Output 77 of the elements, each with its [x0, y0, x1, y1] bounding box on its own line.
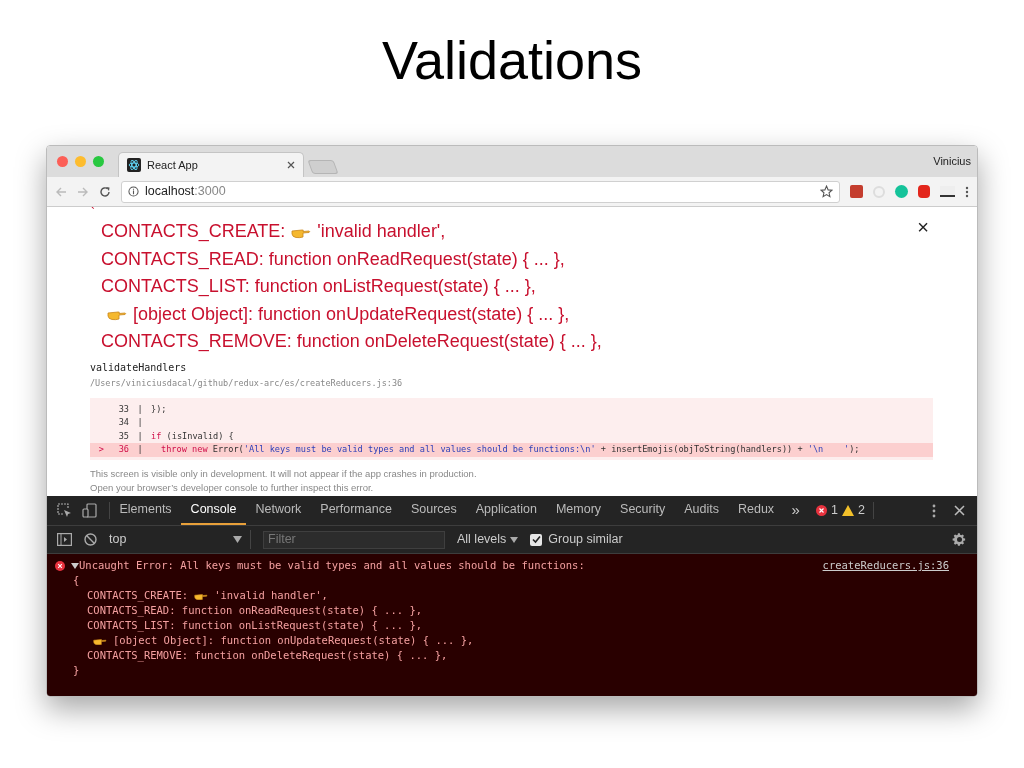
- line-marker: >: [98, 443, 104, 457]
- extension-icon[interactable]: [940, 186, 955, 197]
- settings-icon[interactable]: [952, 532, 967, 547]
- code-text: });: [151, 402, 167, 416]
- dropdown-arrow-icon: [510, 536, 519, 543]
- line-number: 34: [118, 416, 129, 430]
- sidebar-toggle-icon[interactable]: [57, 533, 72, 546]
- devtools-tab[interactable]: Audits: [674, 496, 729, 525]
- more-options-icon[interactable]: [932, 503, 936, 518]
- code-text: CONTACTS_CREATE:: [101, 220, 286, 244]
- code-text: }: [73, 663, 80, 678]
- code-text: 'invalid handler',: [214, 588, 328, 603]
- warning-icon[interactable]: [841, 505, 854, 516]
- function-name: validateHandlers: [90, 361, 188, 375]
- url-text: localhost:3000: [145, 183, 227, 201]
- clear-console-icon[interactable]: [84, 533, 97, 546]
- context-select[interactable]: top: [109, 530, 251, 549]
- error-message: Uncaught Error: All keys must be valid types and all values should be functions:: [79, 558, 586, 573]
- warning-count: 2: [857, 502, 865, 520]
- filter-field[interactable]: Filter: [263, 530, 445, 549]
- checkbox[interactable]: [530, 533, 543, 546]
- code-text: throw new Error('All keys must be valid types and all values should be functions:\n' + insertEmojis(objToString(handlers)) + '\n ');: [161, 443, 860, 457]
- devtools-tab[interactable]: Redux: [728, 496, 784, 525]
- line-number: 36: [118, 443, 129, 457]
- code-text: CONTACTS_READ: function onReadRequest(state) { ... },: [87, 603, 423, 618]
- code-text: [object Object]: function onUpdateRequest(state) { ... },: [133, 302, 570, 326]
- checkbox-label: Group similar: [548, 531, 623, 549]
- source-link[interactable]: createReducers.js:36: [822, 558, 949, 573]
- note-text: Open your browser’s developer console to further inspect this error.: [90, 480, 375, 495]
- dropdown-arrow-icon: [233, 536, 242, 543]
- devtools-tab[interactable]: Sources: [401, 496, 467, 525]
- file-path: /Users/viniciusdacal/github/redux-arc/es/createReducers.js:36: [90, 377, 404, 390]
- code-text: if (isInvalid) {: [151, 429, 234, 443]
- inspect-icon[interactable]: [57, 503, 72, 518]
- code-text: CONTACTS_READ: function onReadRequest(state) { ... },: [101, 247, 565, 272]
- note-text: This screen is visible only in development. It will not appear if the app crashes in production.: [90, 466, 478, 481]
- code-text: CONTACTS_REMOVE: function onDeleteRequest(state) { ... },: [87, 648, 448, 663]
- gutter-text: |: [137, 402, 143, 416]
- error-icon: [55, 560, 65, 571]
- error-text: `: [90, 208, 95, 218]
- devtools-tab[interactable]: Security: [610, 496, 675, 525]
- gutter-text: |: [137, 429, 143, 443]
- browser-tab[interactable]: React App: [118, 152, 304, 177]
- code-text: CONTACTS_LIST: function onListRequest(state) { ... },: [101, 275, 536, 299]
- error-count: 1: [830, 502, 838, 520]
- devtools-tab[interactable]: Application: [466, 496, 547, 525]
- line-number: 35: [118, 429, 129, 443]
- code-text: CONTACTS_CREATE:: [87, 588, 189, 603]
- close-button[interactable]: ×: [917, 217, 929, 237]
- gutter-text: |: [137, 416, 143, 430]
- devtools-tab[interactable]: Network: [246, 496, 311, 525]
- close-icon[interactable]: [287, 161, 295, 169]
- slide-title: Validations: [381, 33, 643, 87]
- code-text: [object Object]: function onUpdateRequest(state) { ... },: [113, 633, 474, 648]
- code-text: 'invalid handler',: [317, 220, 446, 243]
- atom-icon: [127, 158, 141, 172]
- line-number: 33: [118, 402, 129, 416]
- device-icon[interactable]: [82, 503, 97, 518]
- reload-icon[interactable]: [99, 185, 111, 198]
- menu-icon[interactable]: [965, 185, 969, 198]
- more-tabs-button[interactable]: »: [783, 496, 808, 525]
- levels-dropdown[interactable]: All levels: [457, 530, 519, 549]
- close-icon[interactable]: [954, 505, 965, 516]
- info-icon[interactable]: [128, 186, 139, 197]
- devtools-tab[interactable]: Memory: [546, 496, 611, 525]
- devtools-tab[interactable]: Performance: [310, 496, 402, 525]
- expand-triangle-icon[interactable]: [71, 561, 79, 570]
- gutter-text: |: [137, 443, 143, 457]
- address-field[interactable]: localhost:3000: [121, 180, 840, 203]
- devtools-tab[interactable]: Elements: [110, 496, 182, 525]
- tab-title: React App: [147, 157, 199, 173]
- user-name[interactable]: Vinicius: [933, 153, 971, 170]
- star-icon[interactable]: [820, 185, 833, 198]
- error-icon[interactable]: [815, 505, 827, 516]
- code-text: CONTACTS_REMOVE: function onDeleteRequest(state) { ... },: [101, 330, 602, 353]
- code-text: {: [73, 573, 80, 588]
- code-text: CONTACTS_LIST: function onListRequest(state) { ... },: [87, 618, 423, 633]
